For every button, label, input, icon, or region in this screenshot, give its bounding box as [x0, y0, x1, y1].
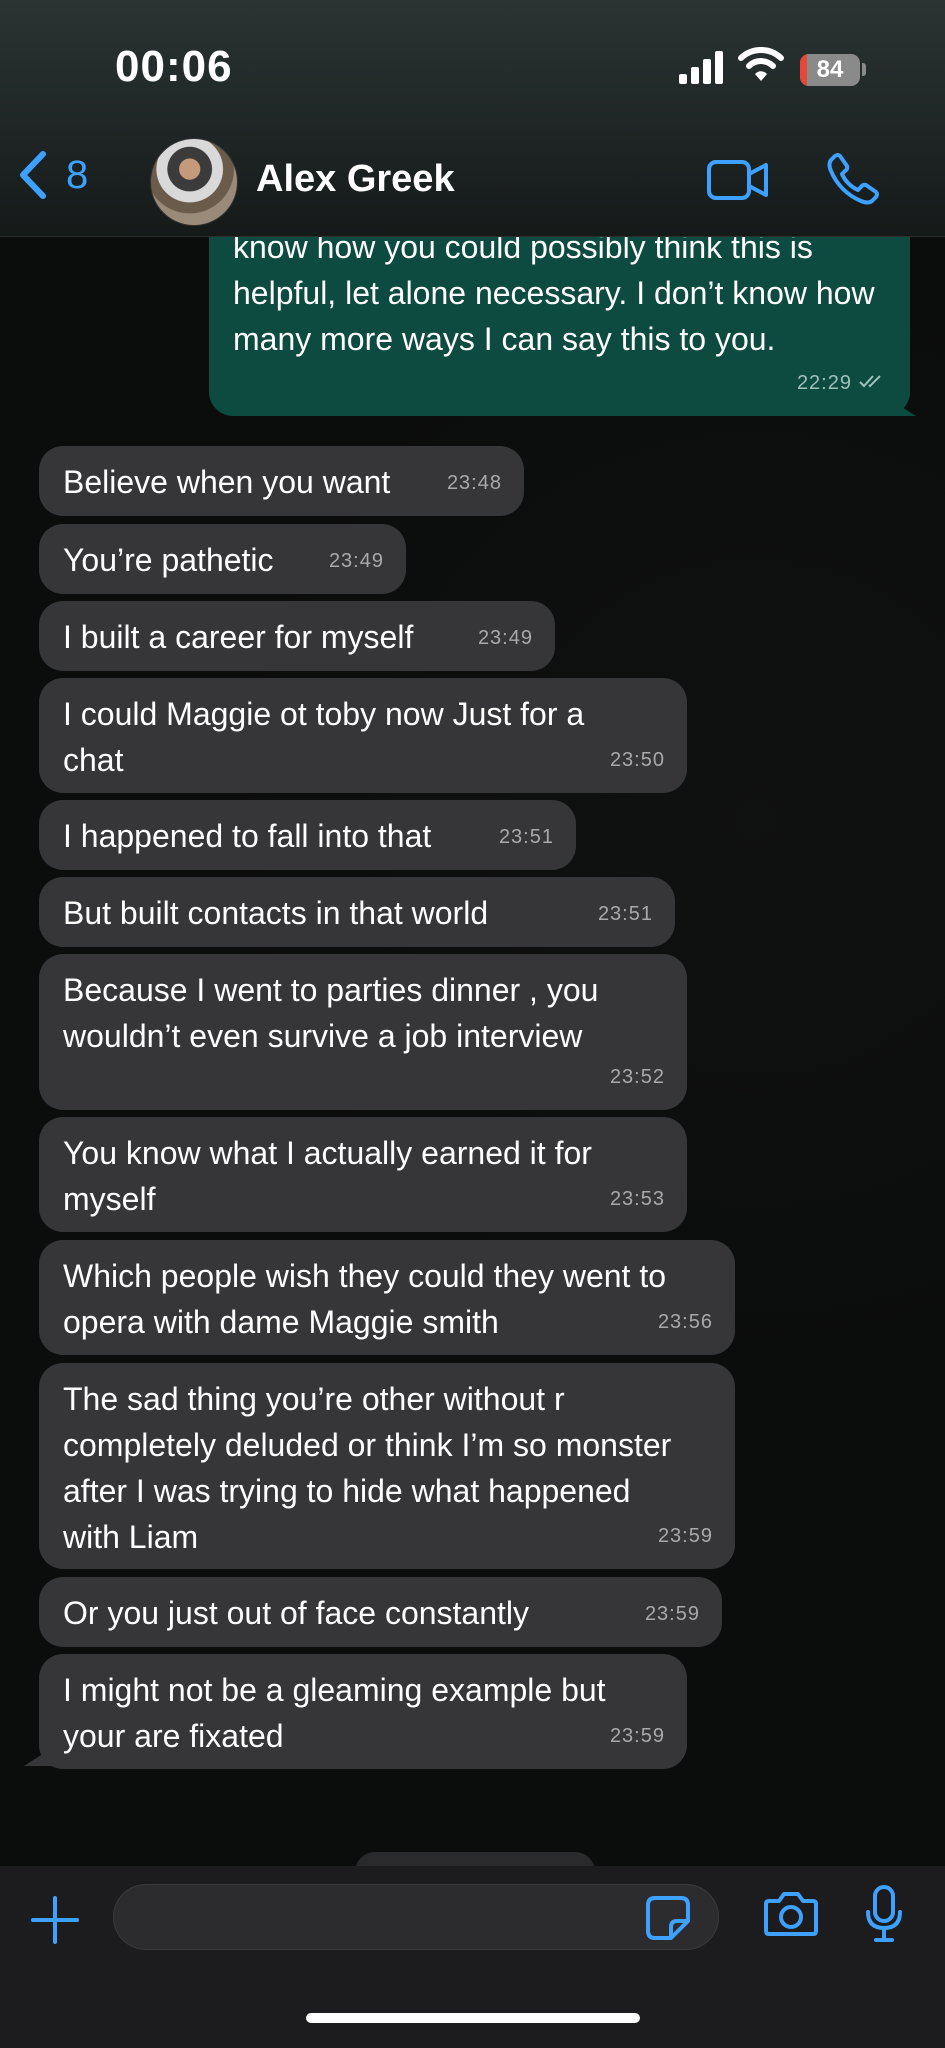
incoming-message[interactable]: I built a career for myself 23:49 [39, 601, 555, 671]
message-time: 23:49 [328, 550, 384, 572]
phone-icon [827, 153, 879, 205]
message-text: I happened to fall into that [63, 818, 432, 854]
message-text: Or you just out of face constantly [63, 1595, 530, 1631]
microphone-icon [866, 1885, 902, 1942]
battery-level: 84 [816, 56, 844, 83]
attach-button[interactable] [30, 1895, 80, 1950]
message-time: 23:59 [609, 1725, 665, 1747]
incoming-message[interactable]: Because I went to parties dinner , you w… [39, 954, 687, 1110]
message-time: 23:49 [477, 627, 533, 649]
message-time: 23:50 [609, 749, 665, 771]
incoming-message[interactable]: The sad thing you’re other without r com… [39, 1363, 735, 1569]
message-time: 23:59 [657, 1525, 713, 1547]
contact-name[interactable]: Alex Greek [256, 158, 455, 201]
message-time: 23:48 [446, 472, 502, 494]
incoming-message[interactable]: I might not be a gleaming example but yo… [39, 1654, 687, 1769]
incoming-message[interactable]: I happened to fall into that 23:51 [39, 800, 576, 870]
sticker-button[interactable] [645, 1895, 691, 1946]
voice-call-button[interactable] [826, 152, 880, 211]
incoming-message[interactable]: You’re pathetic 23:49 [39, 524, 406, 594]
outgoing-message[interactable]: know how you could possibly think this i… [209, 218, 910, 416]
message-text: The sad thing you’re other without r com… [63, 1381, 672, 1555]
back-button[interactable]: 8 [18, 150, 88, 200]
message-text: know how you could possibly think this i… [233, 229, 875, 357]
incoming-message[interactable]: Or you just out of face constantly 23:59 [39, 1577, 722, 1647]
avatar[interactable] [150, 138, 238, 226]
cellular-signal-icon [679, 50, 725, 84]
status-time: 00:06 [115, 42, 233, 91]
chevron-left-icon [20, 151, 46, 199]
message-text: Because I went to parties dinner , you w… [63, 972, 599, 1054]
chat-header: 00:06 84 8 Alex Greek [0, 0, 945, 237]
voice-message-button[interactable] [864, 1884, 904, 1949]
message-time: 23:53 [609, 1188, 665, 1210]
message-text: I could Maggie ot toby now Just for a ch… [63, 696, 585, 778]
incoming-message[interactable]: But built contacts in that world 23:51 [39, 877, 675, 947]
message-text: But built contacts in that world [63, 895, 489, 931]
battery-icon: 84 [800, 54, 860, 86]
camera-icon [764, 1892, 818, 1936]
message-text: You know what I actually earned it for m… [63, 1135, 592, 1217]
home-indicator [306, 2013, 640, 2023]
bubble-tail [888, 398, 916, 416]
incoming-message[interactable]: I could Maggie ot toby now Just for a ch… [39, 678, 687, 793]
message-time: 22:29 [797, 360, 888, 406]
message-time: 23:59 [644, 1603, 700, 1625]
video-camera-icon [707, 160, 768, 200]
bubble-tail [24, 1748, 52, 1766]
unread-count: 8 [66, 152, 89, 197]
chat-screen: know how you could possibly think this i… [0, 0, 945, 2048]
incoming-message[interactable]: Which people wish they could they went t… [39, 1240, 735, 1355]
message-text: I might not be a gleaming example but yo… [63, 1672, 606, 1754]
sticker-icon [646, 1896, 690, 1940]
wifi-icon [738, 44, 784, 89]
incoming-message[interactable]: Believe when you want 23:48 [39, 446, 524, 516]
plus-icon [31, 1896, 79, 1944]
message-text: You’re pathetic [63, 542, 274, 578]
message-time: 23:56 [657, 1311, 713, 1333]
camera-button[interactable] [763, 1889, 819, 1944]
read-ticks-icon [858, 360, 888, 406]
message-text: I built a career for myself [63, 619, 414, 655]
message-time: 23:52 [609, 1066, 665, 1088]
incoming-message[interactable]: You know what I actually earned it for m… [39, 1117, 687, 1232]
message-text: Which people wish they could they went t… [63, 1258, 666, 1340]
message-time: 23:51 [498, 826, 554, 848]
message-input[interactable] [113, 1884, 719, 1950]
message-time: 23:51 [597, 903, 653, 925]
video-call-button[interactable] [706, 157, 770, 208]
message-text: Believe when you want [63, 464, 391, 500]
